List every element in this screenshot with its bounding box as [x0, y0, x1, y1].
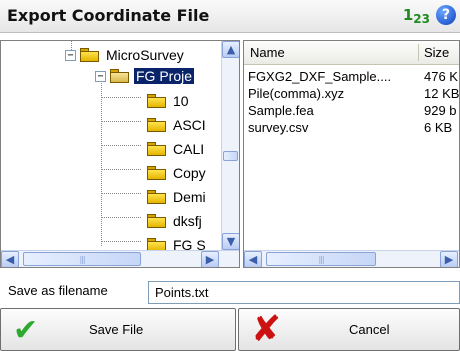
file-row[interactable]: Sample.fea 929 b	[244, 102, 459, 119]
folder-icon	[146, 213, 168, 229]
folder-icon	[79, 47, 101, 63]
save-file-button[interactable]: ✔ Save File	[0, 308, 236, 351]
folder-open-icon	[109, 68, 131, 84]
file-list-header: Name Size	[244, 41, 459, 65]
tree-node[interactable]: CALI	[146, 138, 206, 160]
file-row[interactable]: FGXG2_DXF_Sample.... 476 K	[244, 68, 459, 85]
tree-node-label: ASCI	[173, 117, 206, 133]
tree-connector-line	[101, 169, 141, 170]
folder-icon	[146, 141, 168, 157]
folder-tree: − MicroSurvey − FG Proje 10 ASCI CALI Co…	[1, 41, 221, 251]
column-header-size[interactable]: Size	[424, 45, 449, 60]
scroll-up-button[interactable]: ▲	[222, 41, 239, 58]
file-size: 476 K	[424, 69, 458, 84]
folder-icon	[146, 117, 168, 133]
scroll-thumb[interactable]	[223, 151, 238, 161]
filename-label: Save as filename	[8, 283, 108, 298]
folder-icon	[146, 93, 168, 109]
folder-icon	[146, 165, 168, 181]
tree-node-label: FG S	[173, 237, 206, 251]
scroll-right-button[interactable]: ▶	[201, 251, 219, 267]
tree-node[interactable]: FG S	[146, 234, 208, 251]
tree-node-label: Demi	[173, 189, 206, 205]
close-icon: ✘	[251, 309, 282, 350]
scroll-left-button[interactable]: ◀	[244, 251, 262, 267]
file-size: 929 b	[424, 103, 457, 118]
tree-node[interactable]: ASCI	[146, 114, 208, 136]
window-title: Export Coordinate File	[7, 6, 210, 25]
tree-connector-line	[101, 193, 141, 194]
tree-node-root[interactable]: − MicroSurvey	[65, 44, 186, 66]
file-name: FGXG2_DXF_Sample....	[248, 69, 392, 84]
column-header-name[interactable]: Name	[250, 45, 285, 60]
folder-tree-pane: − MicroSurvey − FG Proje 10 ASCI CALI Co…	[0, 40, 240, 268]
scroll-left-button[interactable]: ◀	[1, 251, 19, 267]
scroll-right-button[interactable]: ▶	[440, 251, 458, 267]
tree-node[interactable]: Copy	[146, 162, 208, 184]
coordinate-units-icon[interactable]: 123	[403, 6, 430, 26]
collapse-icon[interactable]: −	[65, 49, 76, 61]
file-list-horizontal-scrollbar[interactable]: ◀ ||| ▶	[244, 250, 459, 267]
units-badge-main: 1	[402, 6, 414, 24]
file-row[interactable]: survey.csv 6 KB	[244, 119, 459, 136]
tree-connector-line	[101, 121, 141, 122]
checkmark-icon: ✔	[13, 313, 39, 348]
help-icon[interactable]: ?	[436, 5, 456, 25]
tree-node-label: Copy	[173, 165, 206, 181]
scroll-down-button[interactable]: ▼	[222, 233, 239, 250]
file-name: survey.csv	[248, 120, 309, 135]
cancel-button[interactable]: ✘ Cancel	[238, 308, 460, 351]
column-separator[interactable]	[418, 44, 419, 61]
tree-node[interactable]: 10	[146, 90, 191, 112]
folder-icon	[146, 237, 168, 251]
tree-connector-line	[101, 241, 141, 242]
tree-connector-line	[101, 217, 141, 218]
scroll-thumb[interactable]: |||	[23, 252, 141, 266]
file-name: Pile(comma).xyz	[248, 86, 345, 101]
filename-input[interactable]: Points.txt	[148, 281, 460, 304]
tree-vertical-scrollbar[interactable]: ▲ ▼	[221, 41, 239, 251]
tree-connector-line	[101, 97, 141, 98]
file-size: 6 KB	[424, 120, 453, 135]
tree-connector-line	[101, 145, 141, 146]
folder-icon	[146, 189, 168, 205]
tree-node-label: 10	[173, 93, 189, 109]
title-bar: Export Coordinate File 123 ?	[0, 0, 460, 33]
tree-node[interactable]: dksfj	[146, 210, 204, 232]
tree-node-label: dksfj	[173, 213, 202, 229]
tree-node[interactable]: Demi	[146, 186, 208, 208]
collapse-icon[interactable]: −	[95, 70, 106, 82]
file-name: Sample.fea	[248, 103, 314, 118]
units-badge-sub: 23	[413, 12, 430, 26]
file-row[interactable]: Pile(comma).xyz 12 KB	[244, 85, 460, 102]
file-size: 12 KB	[424, 86, 460, 101]
save-file-label: Save File	[89, 322, 144, 337]
filename-row: Save as filename Points.txt	[0, 276, 460, 306]
tree-node-label: FG Proje	[134, 68, 195, 84]
tree-horizontal-scrollbar[interactable]: ◀ ||| ▶	[1, 250, 239, 267]
tree-node-label: MicroSurvey	[106, 47, 184, 63]
tree-node-label: CALI	[173, 141, 205, 157]
tree-node-selected[interactable]: − FG Proje	[95, 65, 195, 87]
file-list-pane: Name Size FGXG2_DXF_Sample.... 476 K Pil…	[243, 40, 460, 268]
scroll-thumb[interactable]: |||	[266, 252, 376, 266]
cancel-label: Cancel	[349, 322, 390, 337]
